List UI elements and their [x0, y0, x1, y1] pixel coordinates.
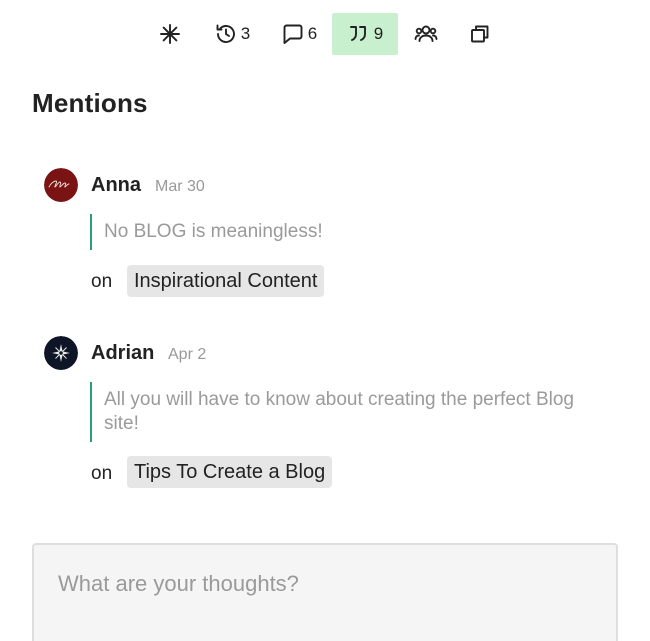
on-label: on [91, 463, 113, 484]
anna-avatar-image [44, 168, 78, 202]
comments-button[interactable]: 6 [275, 13, 323, 55]
mentions-count: 9 [373, 24, 384, 43]
quote-icon [349, 26, 366, 41]
post-link[interactable]: Inspirational Content [127, 265, 325, 297]
comment-composer [32, 543, 618, 641]
history-icon [216, 24, 235, 43]
mention-date: Apr 2 [168, 346, 207, 363]
mentions-button[interactable]: 9 [332, 13, 398, 55]
comments-count: 6 [307, 24, 318, 43]
avatar[interactable] [44, 336, 78, 370]
mention-date: Mar 30 [155, 178, 205, 195]
avatar[interactable] [44, 168, 78, 202]
toolbar: 3 6 9 [0, 13, 650, 55]
author-name[interactable]: Anna [91, 174, 141, 197]
sparkle-button[interactable] [155, 13, 185, 55]
history-count: 3 [240, 24, 251, 43]
history-button[interactable]: 3 [208, 13, 256, 55]
share-button[interactable] [464, 13, 496, 55]
thoughts-input[interactable] [34, 545, 616, 641]
sparkle-icon [160, 24, 180, 44]
on-label: on [91, 271, 113, 292]
people-icon [414, 25, 438, 42]
mention-quote: All you will have to know about creating… [90, 382, 590, 442]
people-button[interactable] [409, 13, 443, 55]
post-link[interactable]: Tips To Create a Blog [127, 456, 333, 488]
author-name[interactable]: Adrian [91, 342, 154, 365]
share-icon [471, 25, 489, 43]
page-title: Mentions [32, 88, 148, 118]
comment-icon [283, 24, 303, 44]
mention-quote: No BLOG is meaningless! [90, 214, 323, 250]
adrian-avatar-image [44, 336, 78, 370]
